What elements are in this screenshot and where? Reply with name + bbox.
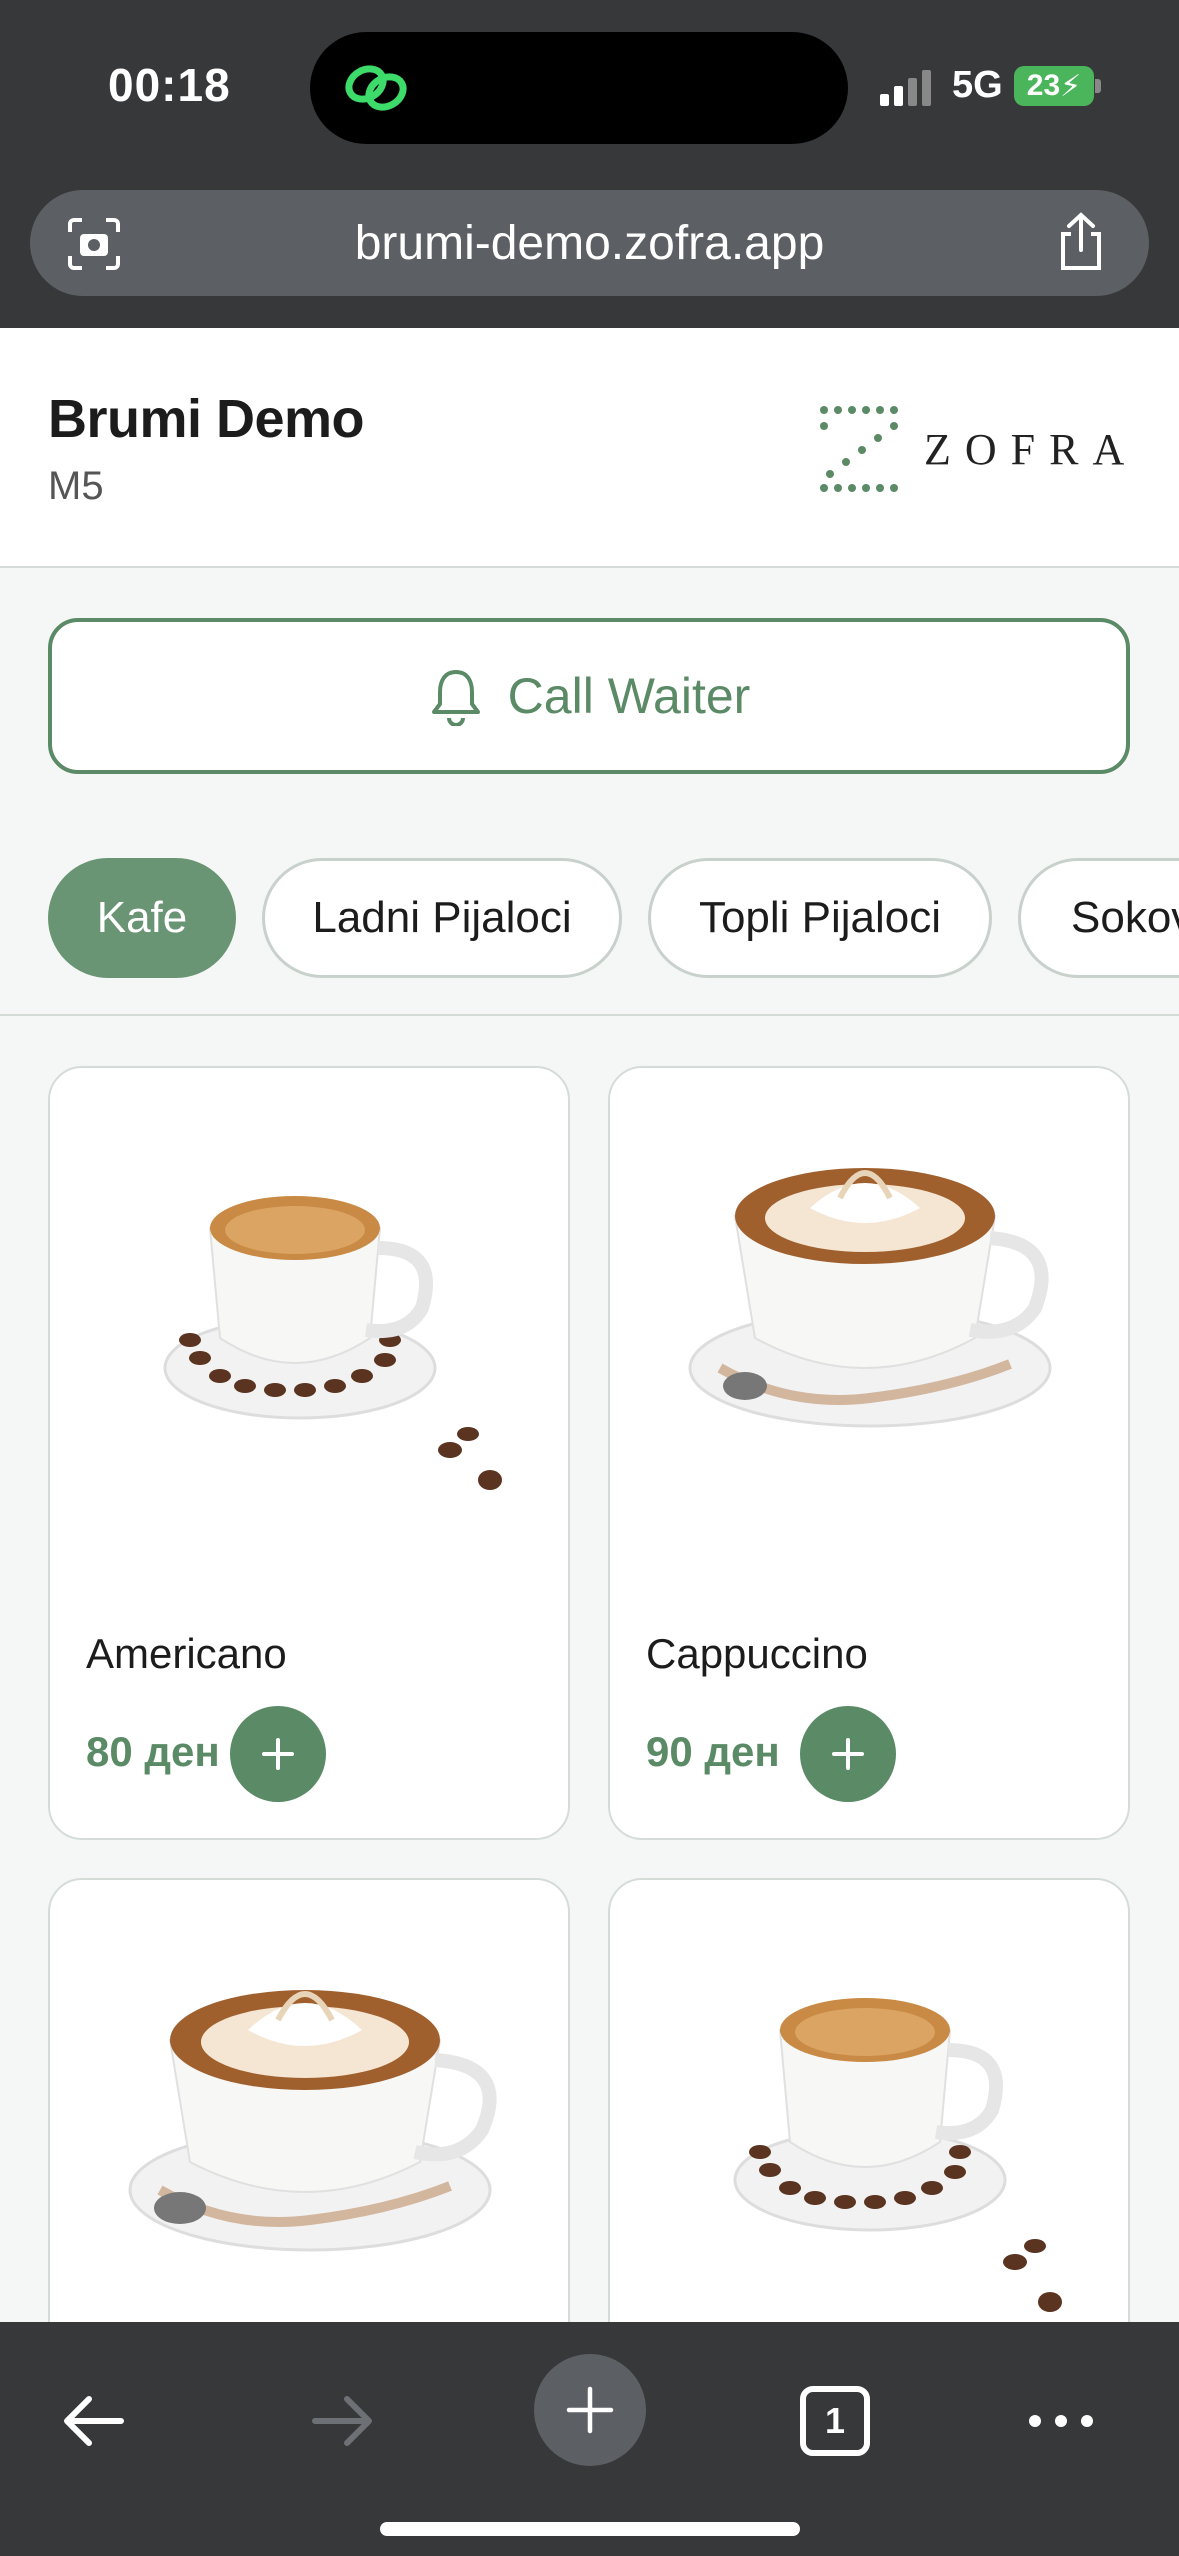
table-number: M5 bbox=[48, 464, 104, 508]
plus-icon bbox=[566, 2386, 614, 2434]
divider bbox=[0, 1014, 1179, 1016]
signal-icon bbox=[880, 70, 931, 106]
tab-count: 1 bbox=[824, 2400, 846, 2441]
browser-toolbar: 1 bbox=[0, 2322, 1179, 2556]
category-label: Kafe bbox=[96, 893, 188, 942]
product-price: 90 ден bbox=[646, 1728, 780, 1775]
cappuccino-cup-image bbox=[688, 1168, 1052, 1428]
category-tab-kafe[interactable]: Kafe bbox=[48, 858, 236, 978]
add-to-cart-button[interactable] bbox=[230, 1706, 326, 1802]
add-to-cart-button[interactable] bbox=[800, 1706, 896, 1802]
status-time: 00:18 bbox=[108, 59, 231, 111]
forward-button[interactable] bbox=[286, 2366, 396, 2476]
network-type: 5G bbox=[952, 64, 1003, 106]
browser-chrome: 00:18 5G 23 ⚡ brumi-demo.zofra.app bbox=[0, 0, 1179, 328]
espresso-cup-image bbox=[163, 1196, 502, 1490]
back-button[interactable] bbox=[40, 2366, 150, 2476]
home-indicator bbox=[380, 2522, 800, 2536]
more-button[interactable] bbox=[1006, 2366, 1116, 2476]
category-label: Sokovi bbox=[1071, 893, 1179, 942]
call-waiter-label: Call Waiter bbox=[507, 668, 751, 724]
url-text: brumi-demo.zofra.app bbox=[354, 217, 825, 270]
category-tab-sokovi[interactable]: Sokovi bbox=[1018, 858, 1179, 978]
logo-wordmark: ZOFRA bbox=[924, 425, 1139, 474]
cappuccino-cup-image bbox=[128, 1990, 497, 2252]
arrow-right-icon bbox=[312, 2396, 372, 2446]
share-icon[interactable] bbox=[1055, 212, 1107, 272]
restaurant-name: Brumi Demo bbox=[48, 389, 365, 449]
product-card[interactable] bbox=[608, 1878, 1130, 2398]
product-card-cappuccino[interactable]: Cappuccino 90 ден bbox=[608, 1066, 1130, 1840]
more-dots-icon bbox=[1029, 2415, 1093, 2427]
tabs-button[interactable]: 1 bbox=[780, 2366, 890, 2476]
address-bar[interactable]: brumi-demo.zofra.app bbox=[30, 190, 1149, 296]
zofra-logo-mark bbox=[820, 406, 898, 492]
category-tabs: Kafe Ladni Pijaloci Topli Pijaloci Sokov… bbox=[0, 858, 1179, 1018]
zofra-logo: ZOFRA bbox=[816, 402, 1146, 502]
product-card-americano[interactable]: Americano 80 ден bbox=[48, 1066, 570, 1840]
bell-icon bbox=[431, 670, 480, 726]
category-label: Topli Pijaloci bbox=[698, 893, 942, 942]
battery-icon: 23 ⚡ bbox=[1014, 66, 1094, 106]
call-waiter-button[interactable]: Call Waiter bbox=[48, 618, 1130, 774]
restaurant-header: Brumi Demo M5 ZOFRA bbox=[0, 328, 1179, 568]
espresso-cup-image bbox=[733, 1998, 1062, 2312]
category-tab-topli-pijaloci[interactable]: Topli Pijaloci bbox=[648, 858, 992, 978]
plus-icon bbox=[262, 1738, 294, 1770]
product-name: Cappuccino bbox=[646, 1630, 868, 1677]
product-price: 80 ден bbox=[86, 1728, 220, 1775]
category-label: Ladni Pijaloci bbox=[312, 893, 572, 942]
battery-tip bbox=[1095, 79, 1101, 93]
arrow-left-icon bbox=[64, 2396, 124, 2446]
category-tab-ladni-pijaloci[interactable]: Ladni Pijaloci bbox=[262, 858, 622, 978]
link-icon bbox=[345, 65, 407, 111]
product-name: Americano bbox=[86, 1630, 287, 1677]
new-tab-button[interactable] bbox=[534, 2354, 646, 2466]
plus-icon bbox=[832, 1738, 864, 1770]
product-card[interactable] bbox=[48, 1878, 570, 2398]
dynamic-island bbox=[310, 32, 848, 144]
battery-level: 23 bbox=[1026, 69, 1061, 102]
